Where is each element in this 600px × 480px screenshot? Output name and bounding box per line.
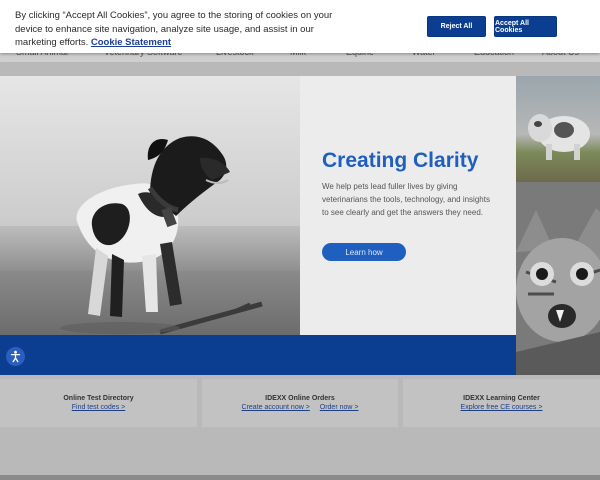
hero-blue-band (0, 335, 516, 375)
hero-description: We help pets lead fuller lives by giving… (322, 182, 490, 217)
accept-all-cookies-button[interactable]: Accept All Cookies (494, 16, 557, 37)
hero-panel: Creating Clarity We help pets lead fulle… (300, 76, 516, 335)
create-account-link[interactable]: Create account now > (242, 404, 310, 411)
card-links: Explore free CE courses > (403, 404, 600, 411)
card-title: IDEXX Online Orders (265, 395, 335, 402)
learn-how-button[interactable]: Learn how (322, 243, 406, 261)
hero-dog-photo (0, 76, 300, 335)
card-online-test-directory: Online Test Directory Find test codes > (0, 379, 197, 427)
cookie-text: By clicking “Accept All Cookies”, you ag… (15, 10, 333, 48)
accessibility-icon (10, 350, 21, 363)
cat-photo (516, 182, 600, 375)
card-links: Find test codes > (0, 404, 197, 411)
card-idexx-online-orders: IDEXX Online Orders Create account now >… (202, 379, 398, 427)
sheepdog-illustration (528, 114, 590, 160)
explore-ce-courses-link[interactable]: Explore free CE courses > (461, 404, 543, 411)
order-now-link[interactable]: Order now > (320, 404, 359, 411)
reject-all-button[interactable]: Reject All (427, 16, 486, 37)
card-title: Online Test Directory (63, 395, 134, 402)
dog-illustration (60, 136, 263, 335)
next-section-edge (0, 475, 600, 480)
cat-illustration (516, 182, 600, 375)
card-idexx-learning-center: IDEXX Learning Center Explore free CE co… (403, 379, 600, 427)
card-links: Create account now > Order now > (202, 404, 398, 411)
find-test-codes-link[interactable]: Find test codes > (72, 404, 126, 411)
card-title: IDEXX Learning Center (463, 395, 540, 402)
accessibility-button[interactable] (6, 347, 25, 366)
cookie-message: By clicking “Accept All Cookies”, you ag… (15, 9, 345, 50)
sheepdog-photo (516, 76, 600, 182)
hero-title: Creating Clarity (322, 149, 479, 172)
cookie-banner: By clicking “Accept All Cookies”, you ag… (0, 0, 600, 53)
cookie-statement-link[interactable]: Cookie Statement (91, 37, 171, 48)
